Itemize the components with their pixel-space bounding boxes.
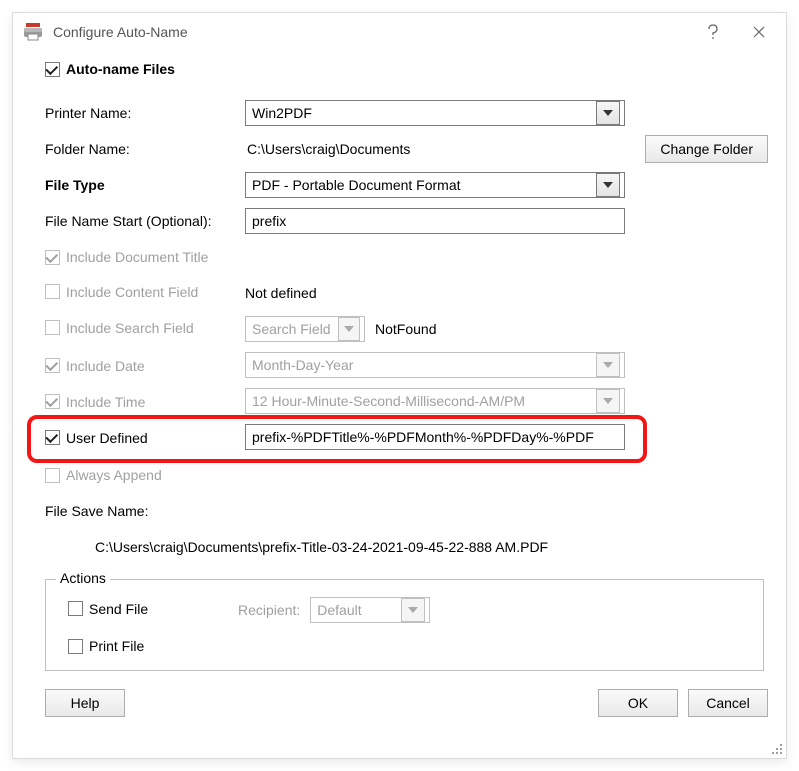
- search-field-status: NotFound: [375, 321, 436, 337]
- checkbox-icon: [45, 320, 60, 335]
- close-button[interactable]: [736, 17, 782, 47]
- print-file-checkbox[interactable]: Print File: [68, 638, 144, 654]
- include-content-field-checkbox: Include Content Field: [45, 284, 198, 300]
- send-file-label: Send File: [89, 601, 148, 617]
- checkbox-icon: [68, 639, 83, 654]
- chevron-down-icon: [401, 598, 425, 622]
- chevron-down-icon: [596, 173, 620, 197]
- file-type-value: PDF - Portable Document Format: [252, 177, 592, 193]
- printer-name-combo[interactable]: Win2PDF: [245, 100, 625, 126]
- file-type-combo[interactable]: PDF - Portable Document Format: [245, 172, 625, 198]
- folder-name-value: C:\Users\craig\Documents: [245, 141, 627, 157]
- include-doc-title-label: Include Document Title: [66, 249, 208, 265]
- search-field-combo: Search Field 1: [245, 316, 365, 342]
- checkbox-icon: [45, 468, 60, 483]
- folder-name-label: Folder Name:: [45, 141, 245, 157]
- include-time-label: Include Time: [66, 394, 145, 410]
- include-search-field-label: Include Search Field: [66, 320, 194, 336]
- search-field-value: Search Field 1: [252, 321, 334, 337]
- file-name-start-input[interactable]: [245, 208, 625, 234]
- checkbox-icon: [45, 394, 60, 409]
- always-append-checkbox: Always Append: [45, 467, 162, 483]
- help-titlebar-button[interactable]: [690, 17, 736, 47]
- change-folder-button[interactable]: Change Folder: [645, 135, 768, 163]
- include-date-checkbox: Include Date: [45, 358, 145, 374]
- user-defined-input[interactable]: [245, 424, 625, 450]
- printer-name-value: Win2PDF: [252, 105, 592, 121]
- checkbox-icon: [45, 430, 60, 445]
- always-append-label: Always Append: [66, 467, 162, 483]
- user-defined-checkbox[interactable]: User Defined: [45, 430, 148, 446]
- title-bar: Configure Auto-Name: [13, 13, 786, 51]
- include-content-field-value: Not defined: [245, 285, 317, 301]
- recipient-value: Default: [317, 602, 397, 618]
- include-search-field-checkbox: Include Search Field: [45, 320, 194, 336]
- checkbox-icon: [45, 284, 60, 299]
- user-defined-label: User Defined: [66, 430, 148, 446]
- printer-icon: [23, 22, 43, 42]
- print-file-label: Print File: [89, 638, 144, 654]
- help-button[interactable]: Help: [45, 689, 125, 717]
- checkbox-icon: [45, 62, 60, 77]
- checkbox-icon: [68, 601, 83, 616]
- checkbox-icon: [45, 250, 60, 265]
- file-name-start-value[interactable]: [252, 209, 620, 233]
- include-date-label: Include Date: [66, 358, 145, 374]
- chevron-down-icon: [338, 317, 360, 341]
- include-doc-title-checkbox: Include Document Title: [45, 249, 208, 265]
- auto-name-files-label: Auto-name Files: [66, 61, 175, 77]
- include-date-combo: Month-Day-Year: [245, 352, 625, 378]
- ok-button[interactable]: OK: [598, 689, 678, 717]
- window-title: Configure Auto-Name: [53, 24, 690, 40]
- cancel-button[interactable]: Cancel: [688, 689, 768, 717]
- recipient-label: Recipient:: [238, 602, 300, 618]
- actions-legend: Actions: [56, 570, 110, 586]
- file-type-label: File Type: [45, 177, 245, 193]
- dialog-window: Configure Auto-Name Auto-name Files: [12, 12, 787, 759]
- include-time-value: 12 Hour-Minute-Second-Millisecond-AM/PM: [252, 393, 592, 409]
- recipient-combo: Default: [310, 597, 430, 623]
- printer-name-label: Printer Name:: [45, 105, 245, 121]
- actions-group: Actions Send File Recipient: Default: [45, 579, 764, 671]
- include-time-combo: 12 Hour-Minute-Second-Millisecond-AM/PM: [245, 388, 625, 414]
- include-date-value: Month-Day-Year: [252, 357, 592, 373]
- chevron-down-icon: [596, 101, 620, 125]
- chevron-down-icon: [596, 353, 620, 377]
- user-defined-value[interactable]: [252, 425, 620, 449]
- resize-grip-icon[interactable]: [768, 740, 784, 756]
- file-save-name-value: C:\Users\craig\Documents\prefix-Title-03…: [95, 539, 548, 555]
- include-time-checkbox: Include Time: [45, 394, 145, 410]
- send-file-checkbox[interactable]: Send File: [68, 601, 148, 617]
- auto-name-files-checkbox[interactable]: Auto-name Files: [45, 61, 175, 77]
- checkbox-icon: [45, 358, 60, 373]
- include-content-field-label: Include Content Field: [66, 284, 198, 300]
- chevron-down-icon: [596, 389, 620, 413]
- file-save-name-label: File Save Name:: [45, 503, 148, 519]
- file-name-start-label: File Name Start (Optional):: [45, 213, 245, 229]
